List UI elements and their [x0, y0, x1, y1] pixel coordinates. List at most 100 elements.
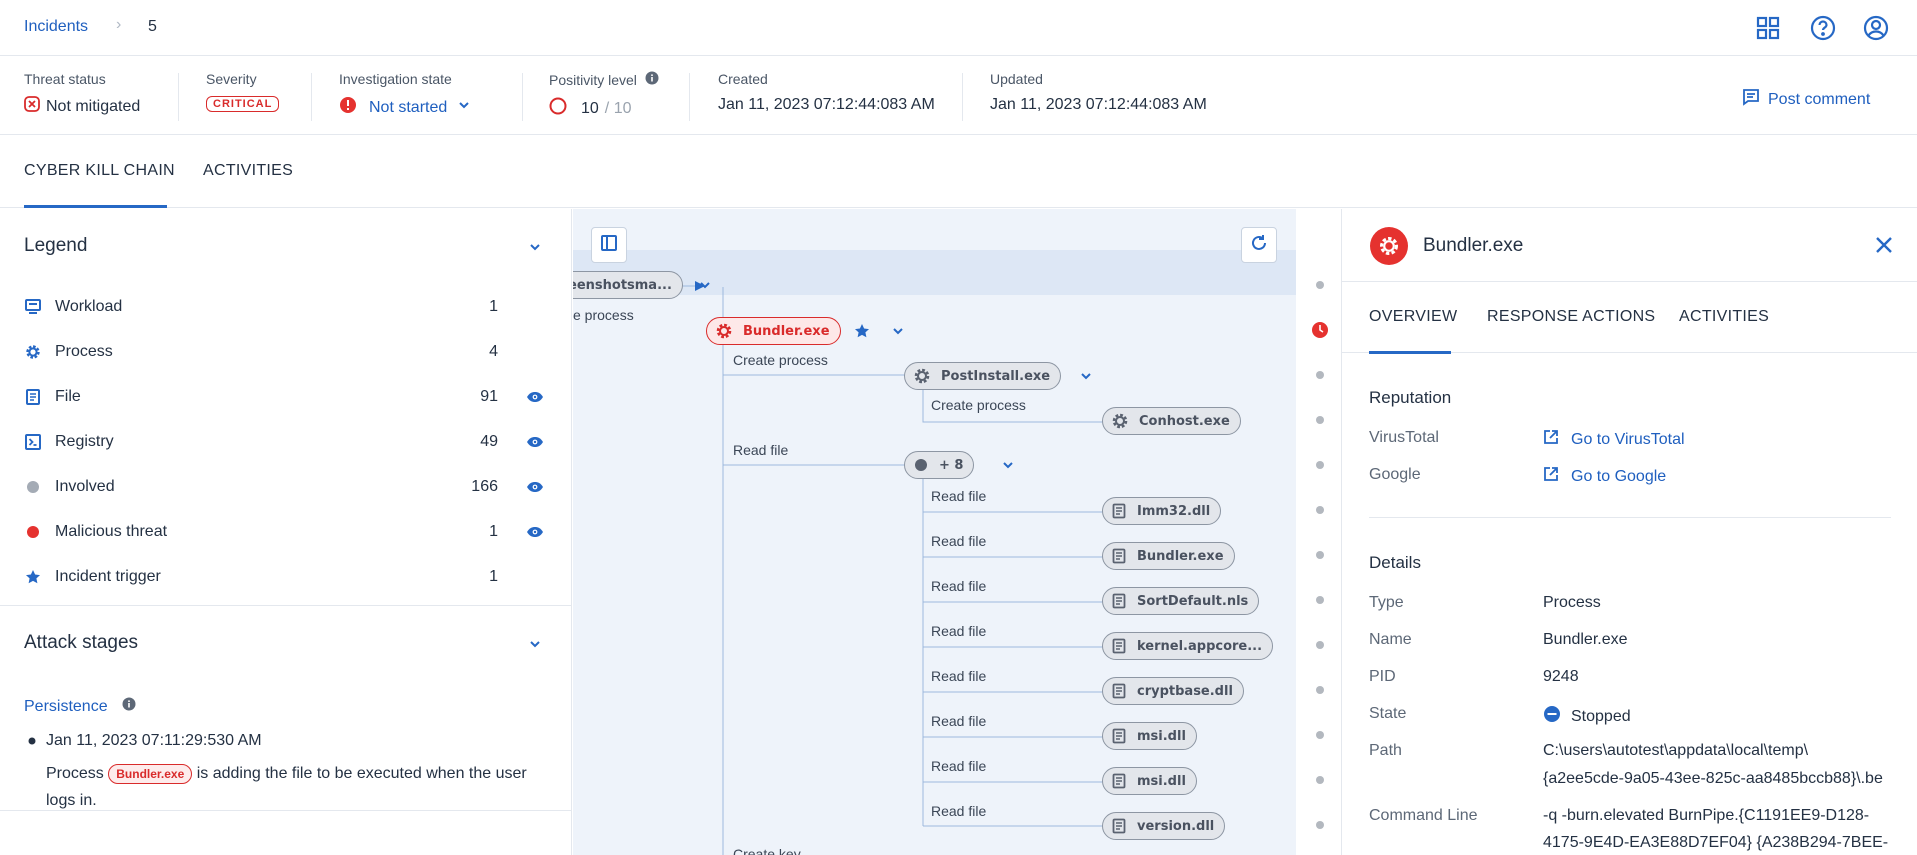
details-title: Bundler.exe	[1423, 235, 1524, 256]
divider	[311, 73, 312, 121]
eye-icon[interactable]	[498, 391, 544, 403]
divider	[1369, 517, 1891, 518]
breadcrumb-incidents-link[interactable]: Incidents	[24, 18, 88, 36]
state-label: State	[1369, 705, 1407, 722]
graph-node-file[interactable]: kernel.appcore...	[1102, 632, 1274, 660]
refresh-graph-button[interactable]	[1241, 227, 1277, 263]
severity-badge: CRITICAL	[206, 96, 280, 112]
details-panel: Bundler.exe OVERVIEW RESPONSE ACTIONS AC…	[1341, 209, 1917, 855]
investigation-state-dropdown[interactable]: Not started	[339, 96, 471, 119]
kill-chain-graph[interactable]: eenshotsma... e process Bundler.exe Crea…	[573, 209, 1296, 855]
virustotal-link[interactable]: Go to VirusTotal	[1543, 429, 1685, 450]
graph-node-group[interactable]: + 8	[904, 451, 975, 479]
clock-alert-icon[interactable]	[1311, 321, 1329, 344]
graph-node-file[interactable]: Imm32.dll	[1102, 497, 1222, 525]
node-label: Bundler.exe	[1137, 548, 1224, 564]
graph-node-postinstall[interactable]: PostInstall.exe	[904, 362, 1062, 390]
command-line-1: -q -burn.elevated BurnPipe.{C1191EE9-D12…	[1543, 807, 1870, 824]
graph-node-root[interactable]: eenshotsma...	[573, 271, 683, 299]
updated-label: Updated	[990, 71, 1043, 87]
timeline-dot[interactable]	[1316, 776, 1324, 784]
tab-cyber-kill-chain[interactable]: CYBER KILL CHAIN	[24, 162, 175, 180]
divider	[0, 605, 572, 606]
state-value: Stopped	[1543, 705, 1631, 728]
breadcrumb-current: 5	[148, 18, 157, 35]
timeline-dot[interactable]	[1316, 821, 1324, 829]
timeline-dot[interactable]	[1316, 461, 1324, 469]
stage-name: Persistence	[24, 697, 108, 715]
process-gear-icon	[1370, 227, 1408, 265]
graph-node-file[interactable]: SortDefault.nls	[1102, 587, 1260, 615]
help-icon[interactable]	[1809, 14, 1837, 42]
graph-node-bundler-selected[interactable]: Bundler.exe	[706, 317, 841, 345]
close-icon[interactable]	[1872, 233, 1896, 257]
top-bar: Incidents › 5	[0, 0, 1917, 56]
investigation-state: Investigation state Not started	[339, 71, 471, 121]
tab-response-actions[interactable]: RESPONSE ACTIONS	[1487, 308, 1655, 326]
timeline-dot[interactable]	[1316, 641, 1324, 649]
post-comment-button[interactable]: Post comment	[1742, 88, 1870, 111]
grid-apps-icon[interactable]	[1754, 14, 1782, 42]
info-icon[interactable]	[645, 71, 659, 88]
eye-icon[interactable]	[498, 481, 544, 493]
timeline-dot[interactable]	[1316, 506, 1324, 514]
graph-node-file[interactable]: version.dll	[1102, 812, 1226, 840]
breadcrumb-separator: ›	[116, 16, 122, 33]
node-expand-chevron-icon[interactable]	[1001, 458, 1015, 472]
edge-label: Read file	[931, 668, 987, 684]
main-tabs: CYBER KILL CHAIN ACTIVITIES	[0, 136, 1917, 208]
updated-value: Jan 11, 2023 07:12:44:083 AM	[990, 96, 1207, 113]
investigation-state-value: Not started	[369, 98, 448, 116]
tab-activities[interactable]: ACTIVITIES	[203, 162, 293, 180]
node-expand-chevron-icon[interactable]	[698, 278, 712, 292]
graph-node-file[interactable]: Bundler.exe	[1102, 542, 1235, 570]
node-expand-chevron-icon[interactable]	[891, 324, 905, 338]
info-icon[interactable]	[122, 697, 136, 716]
timeline-dot[interactable]	[1316, 371, 1324, 379]
tab-overview[interactable]: OVERVIEW	[1369, 308, 1457, 326]
stage-event: Jan 11, 2023 07:11:29:530 AM	[28, 732, 262, 750]
tab-activities[interactable]: ACTIVITIES	[1679, 308, 1769, 326]
timeline-dot[interactable]	[1316, 551, 1324, 559]
eye-icon[interactable]	[498, 436, 544, 448]
node-expand-chevron-icon[interactable]	[1079, 369, 1093, 383]
timeline-dot[interactable]	[1316, 416, 1324, 424]
positivity-value: 10	[581, 99, 599, 117]
eye-icon[interactable]	[498, 526, 544, 538]
star-icon	[24, 568, 42, 586]
graph-node-file[interactable]: msi.dll	[1102, 767, 1197, 795]
legend-collapse-chevron-icon[interactable]	[527, 239, 543, 255]
legend-title: Legend	[24, 235, 88, 256]
workload-icon	[24, 298, 42, 316]
name-value: Bundler.exe	[1543, 631, 1628, 648]
timeline-dot[interactable]	[1316, 596, 1324, 604]
edge-label: Read file	[931, 623, 987, 639]
file-icon	[1111, 548, 1127, 564]
edge-label: Create process	[931, 397, 1026, 413]
legend-count: 91	[480, 388, 498, 405]
graph-node-file[interactable]: cryptbase.dll	[1102, 677, 1244, 705]
graph-node-conhost[interactable]: Conhost.exe	[1102, 407, 1241, 435]
node-label: PostInstall.exe	[941, 368, 1051, 384]
google-link[interactable]: Go to Google	[1543, 466, 1666, 487]
pid-value: 9248	[1543, 668, 1579, 685]
user-account-icon[interactable]	[1862, 14, 1890, 42]
timeline-dot[interactable]	[1316, 281, 1324, 289]
node-label: Bundler.exe	[743, 323, 830, 339]
legend-label: Involved	[55, 478, 115, 495]
stage-persistence[interactable]: Persistence	[24, 697, 136, 716]
timeline-dot[interactable]	[1316, 731, 1324, 739]
path-line-1: C:\users\autotest\appdata\local\temp\	[1543, 742, 1809, 759]
divider	[689, 73, 690, 121]
process-pill[interactable]: Bundler.exe	[108, 763, 193, 784]
node-label: eenshotsma...	[573, 277, 672, 293]
toggle-sidebar-button[interactable]	[591, 227, 627, 263]
graph-node-file[interactable]: msi.dll	[1102, 722, 1197, 750]
file-icon	[24, 388, 42, 406]
file-icon	[1111, 728, 1127, 744]
timeline-dot[interactable]	[1316, 686, 1324, 694]
file-icon	[1111, 818, 1127, 834]
node-label: msi.dll	[1137, 728, 1186, 744]
attack-stages-collapse-chevron-icon[interactable]	[527, 636, 543, 652]
node-label: Conhost.exe	[1139, 413, 1230, 429]
